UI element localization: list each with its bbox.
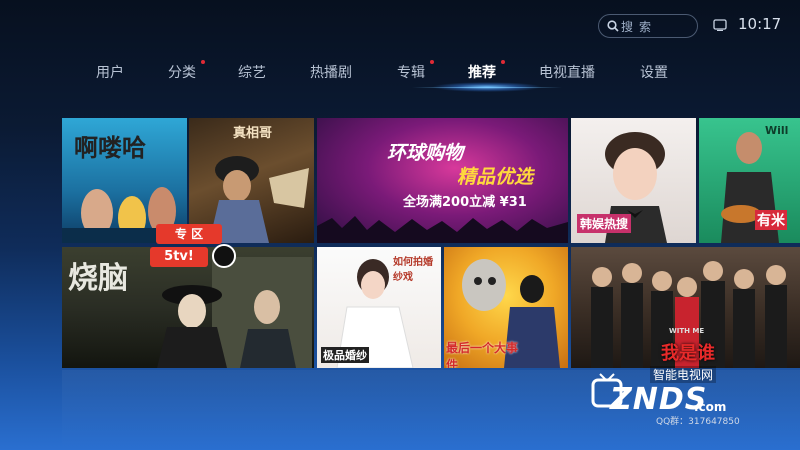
tab-variety[interactable]: 综艺 xyxy=(238,62,266,82)
poster-title: 韩娱热搜 xyxy=(577,214,632,233)
watermark-domain: .com xyxy=(694,400,727,414)
poster-title: 我是谁 xyxy=(661,343,715,364)
tab-recommend[interactable]: 推荐 xyxy=(468,62,496,82)
banner-line1: 环球购物 xyxy=(387,142,464,164)
tab-settings[interactable]: 设置 xyxy=(640,62,668,82)
tv-icon[interactable] xyxy=(713,19,727,31)
banner-line3: 全场满200立减 ¥31 xyxy=(403,195,527,210)
tab-user[interactable]: 用户 xyxy=(96,62,124,82)
poster-title: 啊喽哈 xyxy=(74,134,146,162)
poster-title: 最后一个大事件 xyxy=(446,341,519,368)
watermark-qq: QQ群：317647850 xyxy=(656,417,740,427)
watermark-cn: 智能电视网 xyxy=(650,366,717,383)
search-box[interactable]: 搜索 xyxy=(598,14,698,38)
tab-live-tv[interactable]: 电视直播 xyxy=(539,62,595,82)
poster-tile[interactable]: 韩娱热搜 xyxy=(571,118,696,243)
poster-subtitle: 极品婚纱 xyxy=(321,347,369,363)
banner-tile[interactable]: 环球购物 精品优选 全场满200立减 ¥31 xyxy=(317,118,568,243)
5tv-badge: 专 区 5tv! xyxy=(150,222,240,272)
mascot-icon xyxy=(212,244,236,268)
notification-dot xyxy=(501,60,505,64)
poster-subtitle: 有米 xyxy=(755,210,787,230)
banner-line2: 精品优选 xyxy=(457,166,534,188)
clock: 10:17 xyxy=(738,15,782,33)
tab-album[interactable]: 专辑 xyxy=(397,62,425,82)
zone-label: 专 区 xyxy=(156,224,222,244)
watermark-logo: ZNDS xyxy=(610,382,708,417)
notification-dot xyxy=(201,60,205,64)
crowd-art xyxy=(317,216,568,243)
poster-tile[interactable]: Will 有米 xyxy=(699,118,800,243)
poster-title: 如何拍婚纱戏 xyxy=(393,257,433,283)
poster-subtitle: WITH ME xyxy=(669,327,705,335)
notification-dot xyxy=(430,60,434,64)
poster-tile[interactable]: 最后一个大事件 xyxy=(444,247,568,368)
poster-title: 烧脑 xyxy=(68,261,128,296)
search-icon xyxy=(607,20,619,32)
brand-label: 5tv! xyxy=(150,247,208,267)
tab-hot-drama[interactable]: 热播剧 xyxy=(310,62,352,82)
tab-category[interactable]: 分类 xyxy=(168,62,196,82)
active-tab-underline xyxy=(412,87,562,88)
znds-watermark: 智能电视网 ZNDS .com QQ群：317647850 xyxy=(590,366,760,427)
main-nav: 用户 分类 综艺 热播剧 专辑 推荐 电视直播 设置 xyxy=(0,60,800,86)
search-label: 搜索 xyxy=(621,19,658,34)
poster-tile[interactable]: 我是谁 WITH ME xyxy=(571,247,800,368)
poster-tile[interactable]: 如何拍婚纱戏 极品婚纱 xyxy=(317,247,441,368)
